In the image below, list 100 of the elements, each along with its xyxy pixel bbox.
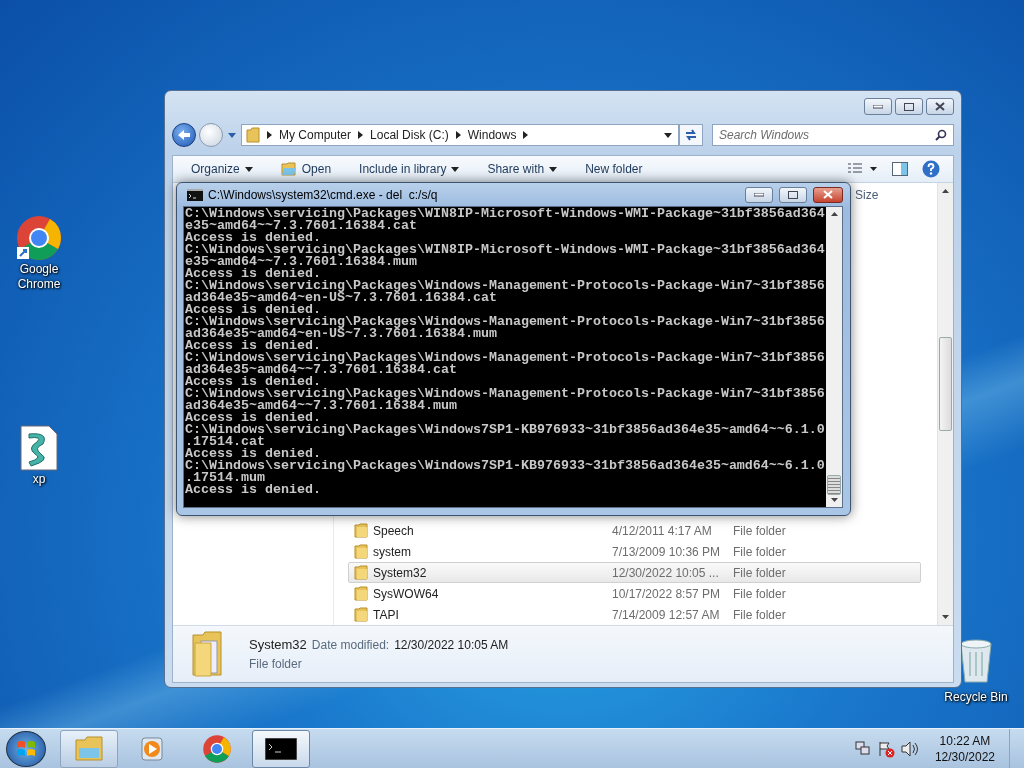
date-modified: 12/30/2022 10:05 ... [612, 565, 720, 580]
file-row[interactable]: Speech 4/12/2011 4:17 AM File folder [348, 520, 921, 541]
caret-icon[interactable] [228, 132, 236, 138]
toolbar-button[interactable]: Open [274, 158, 338, 180]
desktop-icon-label[interactable]: Google Chrome [9, 262, 69, 292]
desktop-icon-label[interactable]: xp [9, 472, 69, 487]
date-modified: 7/13/2009 10:36 PM [612, 544, 722, 559]
scroll-up-icon[interactable] [830, 212, 838, 216]
start-button[interactable] [6, 730, 46, 767]
minimize-button[interactable] [745, 186, 773, 203]
console-line: Access is denied. [185, 484, 321, 496]
chevron-icon[interactable] [358, 131, 364, 139]
console-line: Access is denied. [185, 340, 321, 352]
scrollbar[interactable] [937, 183, 953, 625]
clock[interactable]: 10:22 AM 12/30/2022 [934, 732, 995, 765]
file-name: Speech [373, 523, 415, 538]
toolbar-button[interactable]: Include in library [353, 158, 466, 180]
console-line: C:\Windows\servicing\Packages\Windows-Management-Protocols-Package-Win7~31bf3856 [185, 316, 825, 328]
breadcrumb-item[interactable]: Local Disk (C:) [370, 128, 449, 142]
minimize-button[interactable] [864, 98, 892, 115]
item-type: File folder [249, 657, 303, 671]
preview-pane-icon [892, 162, 908, 176]
date-modified-value: 12/30/2022 10:05 AM [394, 638, 509, 652]
toolbar-button[interactable]: New folder [579, 158, 649, 180]
refresh-button[interactable] [679, 124, 703, 146]
maximize-icon [904, 102, 914, 111]
scrollbar-thumb[interactable] [939, 337, 952, 431]
file-row[interactable]: System32 12/30/2022 10:05 ... File folder [348, 562, 921, 583]
file-type: File folder [733, 523, 786, 538]
file-row[interactable]: system 7/13/2009 10:36 PM File folder [348, 541, 921, 562]
file-name: SysWOW64 [373, 586, 440, 601]
clock-date: 12/30/2022 [934, 748, 995, 765]
chevron-icon[interactable] [455, 131, 461, 139]
cmd-taskbar-button[interactable] [252, 729, 310, 768]
console-line: e35~amd64~~7.3.7601.16384.mum [185, 256, 417, 268]
console-line: C:\Windows\servicing\Packages\Windows7SP1-KB976933~31bf3856ad364e35~amd64~~6.1.0 [185, 460, 825, 472]
console-line: C:\Windows\servicing\Packages\Windows7SP1-KB976933~31bf3856ad364e35~amd64~~6.1.0 [185, 424, 825, 436]
chevron-icon[interactable] [523, 131, 529, 139]
console-line: e35~amd64~~7.3.7601.16384.cat [185, 220, 417, 232]
address-bar[interactable]: My Computer Local Disk (C:) Windows [241, 124, 679, 146]
dropdown-caret-icon[interactable] [664, 132, 672, 138]
folder-icon [280, 162, 297, 176]
scroll-down-icon[interactable] [942, 615, 949, 619]
window-title: C:\Windows\system32\cmd.exe - del c:/s/q [208, 187, 438, 202]
chrome-icon[interactable] [15, 214, 63, 262]
file-row[interactable]: TAPI 7/14/2009 12:57 AM File folder [348, 604, 921, 625]
folder-icon [74, 735, 104, 762]
console-line: C:\Windows\servicing\Packages\Windows-Management-Protocols-Package-Win7~31bf3856 [185, 280, 825, 292]
console-line: .17514.mum [185, 472, 265, 484]
scroll-down-icon[interactable] [830, 498, 838, 502]
search-field[interactable]: Search Windows [712, 124, 954, 146]
close-button[interactable] [813, 186, 843, 203]
help-icon [922, 160, 940, 178]
toolbar-button[interactable]: Share with [481, 158, 564, 180]
network-icon[interactable] [854, 740, 871, 757]
folder-icon [354, 607, 368, 622]
maximize-button[interactable] [895, 98, 923, 115]
file-type: File folder [733, 565, 786, 580]
flag-icon[interactable] [876, 739, 895, 758]
breadcrumb-item[interactable]: My Computer [279, 128, 352, 142]
back-button[interactable] [172, 123, 196, 147]
console-line: Access is denied. [185, 448, 321, 460]
column-header[interactable]: Size [855, 188, 879, 202]
breadcrumb-item[interactable]: Windows [467, 128, 517, 142]
toolbar-button[interactable]: Organize [185, 158, 259, 180]
file-type: File folder [733, 607, 786, 622]
scroll-up-icon[interactable] [942, 189, 949, 193]
file-type: File folder [733, 586, 786, 601]
date-modified: 7/14/2009 12:57 AM [612, 607, 721, 622]
console-line: ad364e35~amd64~~7.3.7601.16384.cat [185, 364, 457, 376]
date-modified: 10/17/2022 8:57 PM [612, 586, 722, 601]
console-line: Access is denied. [185, 232, 321, 244]
folder-icon [246, 127, 260, 143]
chrome-icon [202, 733, 232, 764]
clock-time: 10:22 AM [939, 732, 991, 749]
item-name: System32 [249, 637, 307, 652]
file-row[interactable]: SysWOW64 10/17/2022 8:57 PM File folder [348, 583, 921, 604]
volume-icon[interactable] [900, 740, 919, 757]
desktop-icon-label[interactable]: Recycle Bin [938, 690, 1014, 705]
scrollbar[interactable] [826, 207, 842, 507]
maximize-button[interactable] [779, 186, 807, 203]
file-name: TAPI [373, 607, 400, 622]
close-button[interactable] [926, 98, 954, 115]
console-line: Access is denied. [185, 376, 321, 388]
file-name: system [373, 544, 412, 559]
file-name: System32 [373, 565, 428, 580]
console-line: C:\Windows\servicing\Packages\Windows-Management-Protocols-Package-Win7~31bf3856 [185, 388, 825, 400]
console-line: .17514.cat [185, 436, 265, 448]
console-line: C:\Windows\servicing\Packages\WIN8IP-Microsoft-Windows-WMI-Package~31bf3856ad364 [185, 244, 825, 256]
scrollbar-thumb[interactable] [827, 475, 841, 495]
chevron-icon[interactable] [267, 131, 272, 139]
folder-icon [354, 586, 368, 601]
maximize-icon [788, 190, 798, 199]
date-modified: 4/12/2011 4:17 AM [612, 523, 713, 538]
search-icon [935, 129, 947, 141]
console-line: C:\Windows\servicing\Packages\WIN8IP-Microsoft-Windows-WMI-Package~31bf3856ad364 [185, 208, 825, 220]
caret-icon [549, 166, 558, 172]
caret-icon [244, 166, 253, 172]
script-file-icon[interactable] [19, 424, 59, 472]
console-line: ad364e35~amd64~en-US~7.3.7601.16384.cat [185, 292, 497, 304]
